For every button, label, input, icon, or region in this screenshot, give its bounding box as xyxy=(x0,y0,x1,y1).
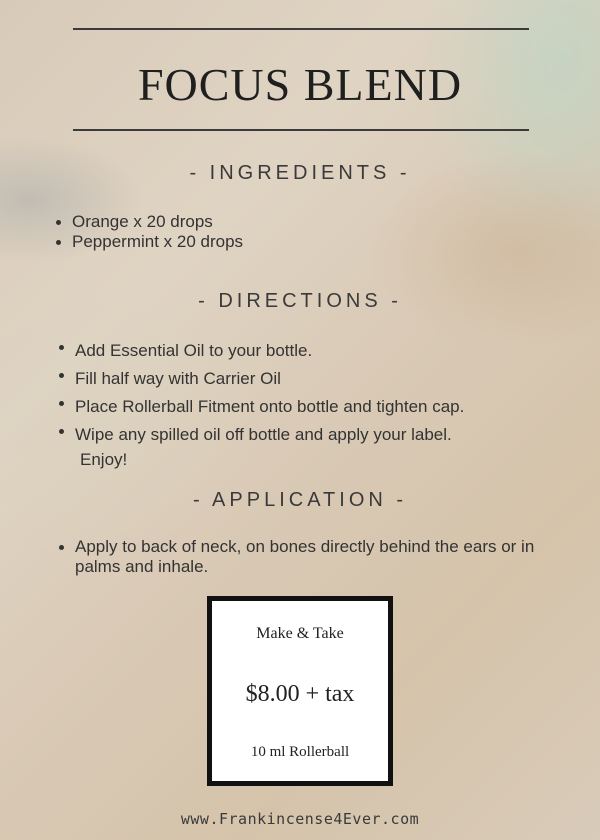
list-item: Apply to back of neck, on bones directly… xyxy=(55,537,565,577)
list-item: Wipe any spilled oil off bottle and appl… xyxy=(55,421,464,449)
list-item: Add Essential Oil to your bottle. xyxy=(55,337,464,365)
price-box: Make & Take $8.00 + tax 10 ml Rollerball xyxy=(207,596,393,786)
website-url: www.Frankincense4Ever.com xyxy=(180,810,420,828)
list-item: Orange x 20 drops xyxy=(52,212,243,232)
top-rule xyxy=(73,28,529,30)
price-box-title: Make & Take xyxy=(256,625,344,642)
application-list: Apply to back of neck, on bones directly… xyxy=(55,537,565,577)
price-value: $8.00 + tax xyxy=(245,681,355,707)
enjoy-text: Enjoy! xyxy=(80,450,128,469)
directions-list: Add Essential Oil to your bottle. Fill h… xyxy=(55,337,464,449)
page-title: FOCUS BLEND xyxy=(137,59,463,110)
price-box-subtitle: 10 ml Rollerball xyxy=(250,744,350,760)
ingredients-list: Orange x 20 drops Peppermint x 20 drops xyxy=(52,212,243,252)
ingredients-heading: - INGREDIENTS - xyxy=(189,162,411,184)
list-item: Fill half way with Carrier Oil xyxy=(55,365,464,393)
directions-heading: - DIRECTIONS - xyxy=(198,290,402,312)
list-item: Peppermint x 20 drops xyxy=(52,232,243,252)
application-heading: - APPLICATION - xyxy=(192,489,408,511)
list-item: Place Rollerball Fitment onto bottle and… xyxy=(55,393,464,421)
title-bottom-rule xyxy=(73,129,529,131)
